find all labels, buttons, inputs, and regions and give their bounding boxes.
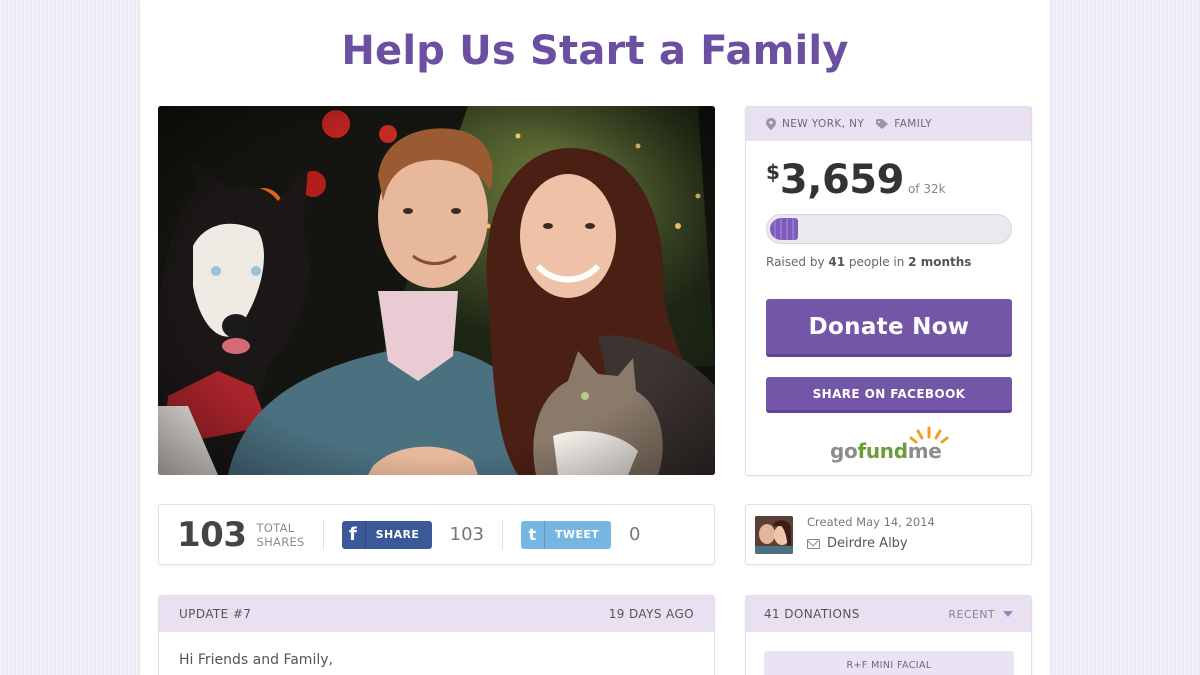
total-shares-label: TOTAL SHARES (256, 520, 305, 549)
tag-icon (876, 119, 889, 129)
location-pin-icon (766, 118, 776, 130)
raised-summary: Raised by 41 people in 2 months (766, 255, 971, 269)
tweet-button[interactable]: t TWEET (521, 520, 612, 549)
raised-amount: 3,659 (779, 157, 905, 203)
divider (322, 519, 324, 550)
update-label: UPDATE #7 (179, 607, 252, 621)
share-stats-bar: 103 TOTAL SHARES f SHARE 103 t TWEET 0 (158, 504, 715, 565)
campaign-category[interactable]: FAMILY (894, 118, 932, 130)
campaign-page: Help Us Start a Family NEW YORK, NY FAMI… (140, 0, 1050, 675)
avatar[interactable] (755, 516, 793, 554)
list-item[interactable]: R+F MINI FACIAL (764, 651, 1014, 675)
campaign-location[interactable]: NEW YORK, NY (782, 118, 864, 130)
contact-organizer[interactable]: Deirdre Alby (807, 536, 908, 551)
campaign-summary-card: NEW YORK, NY FAMILY $ 3,659 of 32k Raise… (745, 106, 1032, 476)
organizer-name: Deirdre Alby (827, 536, 908, 551)
donate-now-button[interactable]: Donate Now (766, 299, 1012, 357)
tweet-label: TWEET (555, 528, 600, 541)
goal-amount: of 32k (907, 182, 946, 196)
gofundme-logo[interactable]: gofundme (826, 425, 956, 465)
tweet-count: 0 (629, 524, 641, 545)
campaign-photo (158, 106, 715, 475)
raised-middle: people in (848, 255, 905, 269)
campaign-title: Help Us Start a Family (341, 28, 849, 74)
chevron-down-icon (1003, 611, 1013, 617)
funding-progress-bar (766, 214, 1012, 244)
sort-label: RECENT (948, 607, 995, 621)
gofundme-wordmark: gofundme (830, 439, 942, 463)
donor-count: 41 (828, 255, 846, 269)
donations-header: 41 DONATIONS RECENT (746, 596, 1031, 632)
sort-dropdown[interactable]: RECENT (948, 608, 1013, 621)
raised-prefix: Raised by (766, 255, 825, 269)
funding-progress-fill (770, 218, 798, 240)
facebook-icon: f (342, 520, 366, 549)
mail-icon (807, 538, 820, 549)
facebook-share-label: SHARE (375, 528, 420, 541)
donations-count: 41 DONATIONS (764, 607, 860, 621)
facebook-share-count: 103 (449, 524, 485, 545)
share-on-facebook-button[interactable]: SHARE ON FACEBOOK (766, 377, 1012, 413)
created-date: Created May 14, 2014 (807, 515, 935, 529)
update-header: UPDATE #7 19 DAYS AGO (159, 596, 714, 632)
currency-symbol: $ (766, 160, 780, 184)
total-shares-count: 103 (177, 514, 247, 555)
divider (502, 519, 504, 550)
amount-raised: $ 3,659 of 32k (766, 157, 946, 203)
donations-card: 41 DONATIONS RECENT R+F MINI FACIAL (745, 595, 1032, 675)
facebook-share-button[interactable]: f SHARE (341, 520, 432, 549)
campaign-duration: 2 months (908, 255, 972, 269)
twitter-icon: t (521, 520, 546, 549)
update-card: UPDATE #7 19 DAYS AGO Hi Friends and Fam… (158, 595, 715, 675)
creator-card: Created May 14, 2014 Deirdre Alby (745, 504, 1032, 565)
update-age: 19 DAYS AGO (608, 607, 694, 621)
update-body: Hi Friends and Family, (179, 652, 333, 668)
campaign-meta: NEW YORK, NY FAMILY (746, 107, 1031, 141)
